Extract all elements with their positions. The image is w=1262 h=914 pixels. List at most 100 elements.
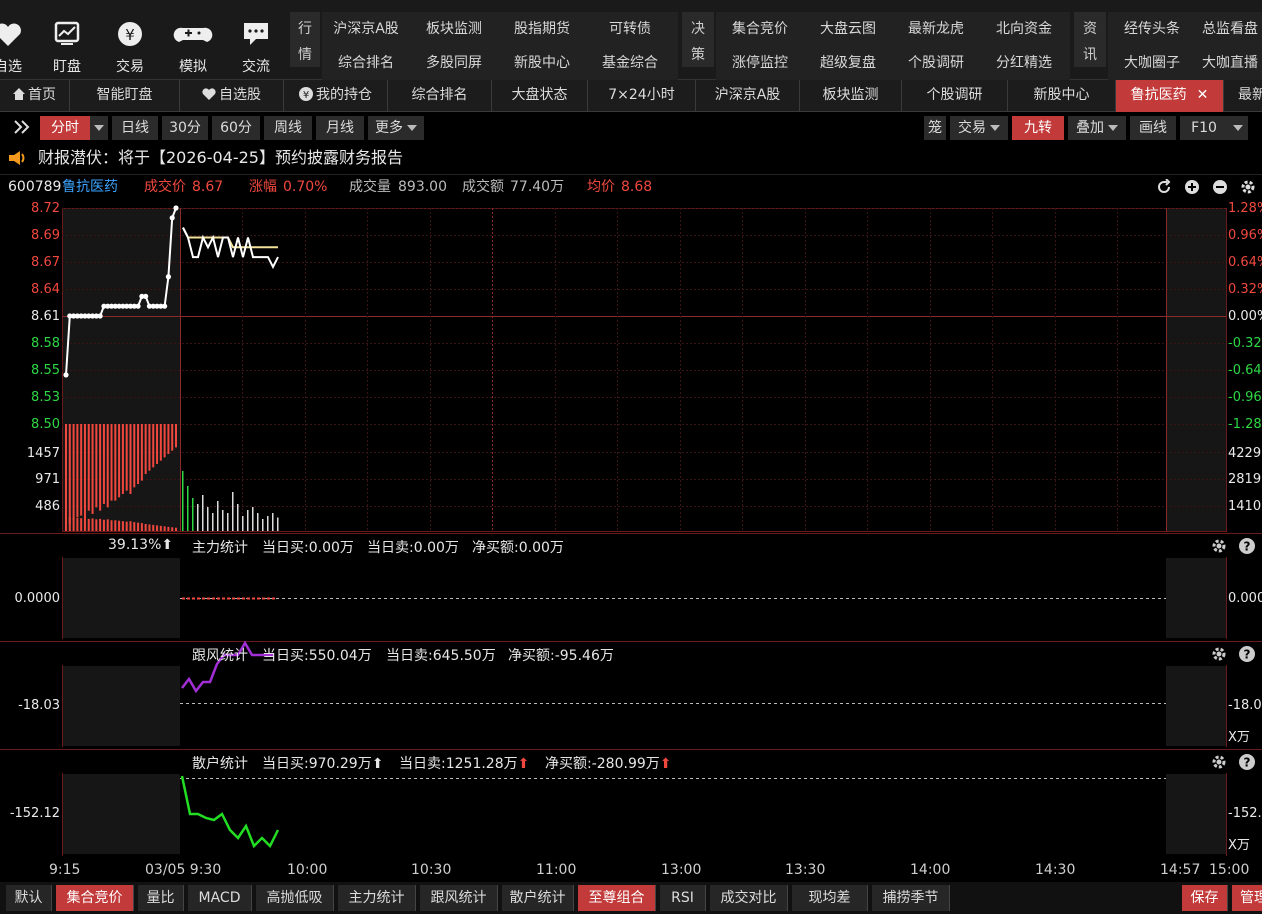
change-value: 0.70% <box>283 179 328 195</box>
menu-item[interactable]: 大咖圈子 <box>1108 46 1196 80</box>
indicator-tab[interactable]: RSI <box>660 885 706 911</box>
menu-item[interactable]: 总监看盘 <box>1202 12 1262 46</box>
tab-stock[interactable]: 鲁抗医药 ✕ <box>1116 80 1224 112</box>
menu-item[interactable]: 综合排名 <box>322 46 410 80</box>
auction-volume-bar <box>137 522 140 531</box>
menu-item[interactable]: 集合竞价 <box>716 12 804 46</box>
nine-turn-button[interactable]: 九转 <box>1012 116 1064 140</box>
auction-volume-bar <box>114 424 117 501</box>
menu-item[interactable]: 板块监测 <box>410 12 498 46</box>
period-more[interactable]: 更多 <box>368 116 424 140</box>
draw-line-button[interactable]: 画线 <box>1130 116 1176 140</box>
tab-latest[interactable]: 最新 <box>1224 80 1262 112</box>
auction-volume-bar <box>167 424 170 454</box>
indicator-tab[interactable]: 捕捞季节 <box>872 885 950 911</box>
stock-name[interactable]: 鲁抗医药 <box>62 175 118 199</box>
percent-tick: -0.32% <box>1228 336 1262 351</box>
period-label: 更多 <box>375 120 403 136</box>
tool-trade[interactable]: ¥ 交易 <box>100 0 160 80</box>
tab-smart-monitor[interactable]: 智能盯盘 <box>70 80 180 112</box>
tab-a-shares[interactable]: 沪深京A股 <box>696 80 800 112</box>
tab-home[interactable]: 首页 <box>0 80 70 112</box>
earnings-notice[interactable]: 财报潜伏：将于【2026-04-25】预约披露财务报告 <box>0 143 1262 173</box>
tab-research[interactable]: 个股调研 <box>902 80 1008 112</box>
panel-axis-value: 0.0000 <box>14 591 61 606</box>
menu-item[interactable]: 股指期货 <box>498 12 586 46</box>
indicator-tab[interactable]: 集合竞价 <box>56 885 134 911</box>
auction-volume-bar <box>133 522 136 531</box>
overlay-button[interactable]: 叠加 <box>1068 116 1126 140</box>
close-icon[interactable]: ✕ <box>1197 87 1209 103</box>
indicator-tab[interactable]: 现均差 <box>792 885 868 911</box>
cage-button[interactable]: 笼 <box>924 116 946 140</box>
tab-holdings[interactable]: ¥ 我的持仓 <box>284 80 388 112</box>
menu-item[interactable]: 基金综合 <box>586 46 674 80</box>
menu-item[interactable]: 个股调研 <box>892 46 980 80</box>
help-icon[interactable]: ? <box>1239 646 1255 662</box>
tab-ipo-center[interactable]: 新股中心 <box>1008 80 1116 112</box>
gear-icon[interactable] <box>1211 754 1227 770</box>
menu-item[interactable]: 新股中心 <box>498 46 586 80</box>
period-intraday[interactable]: 分时 <box>40 116 90 140</box>
menu-item[interactable]: 多股同屏 <box>410 46 498 80</box>
indicator-tab[interactable]: 跟风统计 <box>420 885 498 911</box>
period-bar: 分时 日线 30分 60分 周线 月线 更多 笼 交易 九转 叠加 画线 F10 <box>0 113 1262 143</box>
indicator-tab[interactable]: 量比 <box>138 885 184 911</box>
period-60min[interactable]: 60分 <box>212 116 260 140</box>
gear-icon[interactable] <box>1240 179 1256 195</box>
volume-bar <box>197 504 199 531</box>
zoom-in-icon[interactable] <box>1184 179 1200 195</box>
indicator-tab[interactable]: 默认 <box>6 885 52 911</box>
volume-bar <box>232 492 234 531</box>
collapse-icon[interactable] <box>8 116 36 140</box>
period-weekly[interactable]: 周线 <box>264 116 312 140</box>
chat-bubble-icon <box>244 23 268 45</box>
indicator-tab[interactable]: 主力统计 <box>338 885 416 911</box>
menu-item[interactable]: 大咖直播 <box>1202 46 1262 80</box>
period-30min[interactable]: 30分 <box>162 116 208 140</box>
menu-item[interactable]: 超级复盘 <box>804 46 892 80</box>
tab-market-state[interactable]: 大盘状态 <box>492 80 588 112</box>
gear-icon[interactable] <box>1211 646 1227 662</box>
help-icon[interactable]: ? <box>1239 538 1255 554</box>
tool-watchlist[interactable]: 自选 <box>0 0 38 80</box>
manage-button[interactable]: 管理 <box>1232 885 1262 911</box>
menu-item[interactable]: 北向资金 <box>980 12 1068 46</box>
tab-24h[interactable]: 7×24小时 <box>588 80 696 112</box>
menu-item[interactable]: 分红精选 <box>980 46 1068 80</box>
menu-item[interactable]: 大盘云图 <box>804 12 892 46</box>
volume-bar <box>182 471 184 531</box>
volume-tick: 1457 <box>26 446 60 461</box>
tool-simulate[interactable]: 模拟 <box>163 0 223 80</box>
tool-chat[interactable]: 交流 <box>226 0 286 80</box>
help-icon[interactable]: ? <box>1239 754 1255 770</box>
auction-volume-bar <box>156 525 159 531</box>
menu-item[interactable]: 沪深京A股 <box>322 12 410 46</box>
tool-monitor[interactable]: 盯盘 <box>37 0 97 80</box>
tab-ranking[interactable]: 综合排名 <box>388 80 492 112</box>
gear-icon[interactable] <box>1211 538 1227 554</box>
trade-button[interactable]: 交易 <box>950 116 1008 140</box>
indicator-tab[interactable]: MACD <box>188 885 252 911</box>
indicator-tab[interactable]: 至尊组合 <box>578 885 656 911</box>
period-monthly[interactable]: 月线 <box>316 116 364 140</box>
menu-item[interactable]: 可转债 <box>586 12 674 46</box>
auction-volume-bar <box>140 523 143 531</box>
tab-watchlist[interactable]: 自选股 <box>180 80 284 112</box>
indicator-tab[interactable]: 散户统计 <box>502 885 574 911</box>
zoom-out-icon[interactable] <box>1212 179 1228 195</box>
indicator-tab[interactable]: 成交对比 <box>710 885 788 911</box>
menu-item[interactable]: 最新龙虎 <box>892 12 980 46</box>
f10-button[interactable]: F10 <box>1180 116 1228 140</box>
menu-item[interactable]: 涨停监控 <box>716 46 804 80</box>
refresh-icon[interactable] <box>1156 179 1172 195</box>
f10-dropdown[interactable] <box>1228 116 1248 140</box>
save-button[interactable]: 保存 <box>1182 885 1228 911</box>
indicator-tab[interactable]: 高抛低吸 <box>256 885 334 911</box>
period-dropdown[interactable] <box>90 116 108 140</box>
tab-sector-monitor[interactable]: 板块监测 <box>800 80 902 112</box>
period-daily[interactable]: 日线 <box>112 116 158 140</box>
auction-volume-bar <box>102 519 105 531</box>
period-label: 日线 <box>121 120 149 136</box>
menu-item[interactable]: 经传头条 <box>1108 12 1196 46</box>
